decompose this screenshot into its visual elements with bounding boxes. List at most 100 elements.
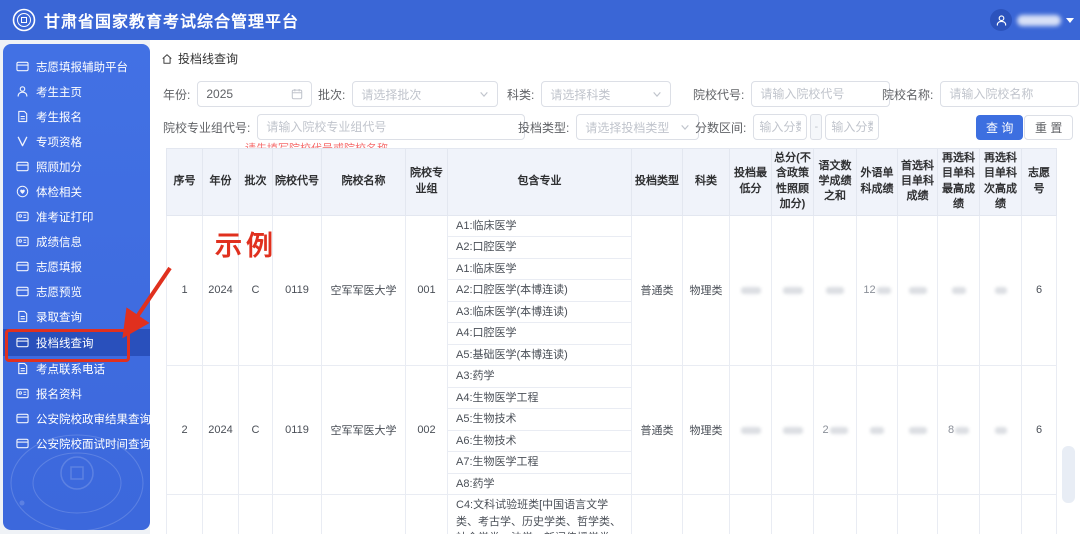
score-max-input[interactable] (825, 114, 880, 140)
table-row: C4:文科试验班类[中国语言文学类、考古学、历史学类、哲学类、社会学类、法学、新… (166, 494, 1057, 534)
cell-major: A3:临床医学(本博连读) (447, 300, 632, 324)
cell-score (979, 365, 1022, 496)
idcard-icon (16, 210, 29, 223)
cell-year: 2024 (202, 365, 239, 496)
cell-batch: C (238, 214, 273, 367)
college-code-filter: 院校代号: (693, 81, 891, 107)
sidebar-item-9[interactable]: 志愿填报 (3, 254, 150, 279)
table-row: 1 2024 C 0119 空军军医大学 001 A1:临床医学 普通类 物理类 12 6 (166, 214, 1057, 367)
cell-college-code: 0119 (272, 365, 322, 496)
cell-subject: 物理类 (682, 365, 730, 496)
sidebar-item-14[interactable]: 报名资料 (3, 381, 150, 406)
college-name-value[interactable] (949, 87, 1071, 101)
content-scrollbar-thumb[interactable] (1062, 446, 1075, 503)
year-value[interactable] (206, 87, 286, 101)
file-type-filter: 投档类型: 请选择投档类型 (518, 114, 700, 140)
sidebar-item-label: 志愿填报 (36, 261, 82, 274)
column-header: 科类 (682, 148, 730, 216)
cell-score (771, 214, 814, 367)
user-menu[interactable] (990, 0, 1074, 40)
score-min-value[interactable] (759, 120, 802, 134)
college-code-label: 院校代号: (693, 87, 745, 102)
search-button[interactable]: 查 询 (976, 115, 1024, 140)
year-input[interactable] (197, 81, 313, 107)
cell-year: 2024 (202, 214, 239, 367)
reset-button[interactable]: 重 置 (1024, 115, 1074, 140)
sidebar-watermark (10, 434, 143, 530)
cell-major: A1:临床医学 (447, 257, 632, 281)
card-icon (16, 260, 29, 273)
score-max-value[interactable] (831, 120, 874, 134)
group-code-input[interactable] (257, 114, 526, 140)
column-header: 投档类型 (631, 148, 683, 216)
sidebar-item-4[interactable]: 专项资格 (3, 129, 150, 154)
file-type-select[interactable]: 请选择投档类型 (576, 114, 700, 140)
sidebar: 志愿填报辅助平台 考生主页 考生报名 专项资格 照顾加分 体检相关 准考证打印 成绩信息志愿填… (3, 44, 150, 530)
sidebar-item-5[interactable]: 照顾加分 (3, 154, 150, 179)
cell-major: A8:药学 (447, 472, 632, 496)
cell-score (813, 214, 857, 367)
sidebar-item-3[interactable]: 考生报名 (3, 104, 150, 129)
score-min-input[interactable] (753, 114, 808, 140)
sidebar-item-label: 报名资料 (36, 388, 82, 401)
idcard-icon (16, 235, 29, 248)
column-header: 包含专业 (447, 148, 632, 216)
sidebar-item-6[interactable]: 体检相关 (3, 179, 150, 204)
redacted-score (826, 286, 844, 294)
sidebar-item-7[interactable]: 准考证打印 (3, 204, 150, 229)
chevron-down-icon[interactable] (1066, 17, 1074, 23)
file-type-placeholder: 请选择投档类型 (585, 120, 670, 135)
cell-college-name (321, 494, 406, 534)
college-code-value[interactable] (760, 87, 882, 101)
cell-score (729, 494, 772, 534)
cell-major: A4:生物医学工程 (447, 386, 632, 410)
column-header: 投档最低分 (729, 148, 772, 216)
redacted-score (908, 426, 927, 434)
cell-score (729, 365, 772, 496)
file-icon (16, 110, 29, 123)
redacted-score (876, 286, 891, 294)
cell-major: A3:药学 (447, 365, 632, 388)
column-header: 首选科目单科成绩 (897, 148, 938, 216)
sidebar-item-8[interactable]: 成绩信息 (3, 229, 150, 254)
cell-score (937, 494, 980, 534)
cell-score (771, 365, 814, 496)
file-icon (16, 362, 29, 375)
cell-seq (166, 494, 203, 534)
sidebar-item-10[interactable]: 志愿预览 (3, 279, 150, 304)
college-code-input[interactable] (751, 81, 891, 107)
chevron-down-icon (479, 89, 489, 99)
redacted-score (829, 426, 848, 434)
redacted-score (740, 426, 761, 434)
score-prefix: 12 (863, 284, 876, 297)
cell-score: 8 (937, 365, 980, 496)
column-header: 外语单科成绩 (856, 148, 898, 216)
cell-score (729, 214, 772, 367)
year-filter: 年份: (163, 81, 313, 107)
redacted-score (740, 286, 761, 294)
cell-subject: 物理类 (682, 214, 730, 367)
college-name-input[interactable] (940, 81, 1080, 107)
breadcrumb[interactable]: 投档线查询 (161, 50, 238, 67)
cell-score (856, 494, 898, 534)
sidebar-item-label: 公安院校政审结果查询 (36, 413, 150, 426)
app-title: 甘肃省国家教育考试综合管理平台 (44, 14, 300, 31)
cell-score (937, 214, 980, 367)
sidebar-item-2[interactable]: 考生主页 (3, 79, 150, 104)
user-avatar[interactable] (990, 9, 1012, 31)
sidebar-item-11[interactable]: 录取查询 (3, 304, 150, 329)
sidebar-item-1[interactable]: 志愿填报辅助平台 (3, 54, 150, 79)
cell-seq: 1 (166, 214, 203, 367)
table-row: 2 2024 C 0119 空军军医大学 002 A3:药学 普通类 物理类 2 8 6 (166, 365, 1057, 496)
batch-select[interactable]: 请选择批次 (352, 81, 499, 107)
group-code-value[interactable] (266, 120, 517, 134)
cell-score (979, 494, 1022, 534)
column-header: 语文数学成绩之和 (813, 148, 857, 216)
cell-college-code (272, 494, 322, 534)
score-prefix: 8 (947, 424, 955, 437)
cell-score (979, 214, 1022, 367)
cell-college-name: 空军军医大学 (321, 214, 406, 367)
user-name-redacted (1017, 14, 1061, 26)
sidebar-scrollbar-thumb[interactable] (1073, 332, 1079, 357)
subject-select[interactable]: 请选择科类 (541, 81, 672, 107)
